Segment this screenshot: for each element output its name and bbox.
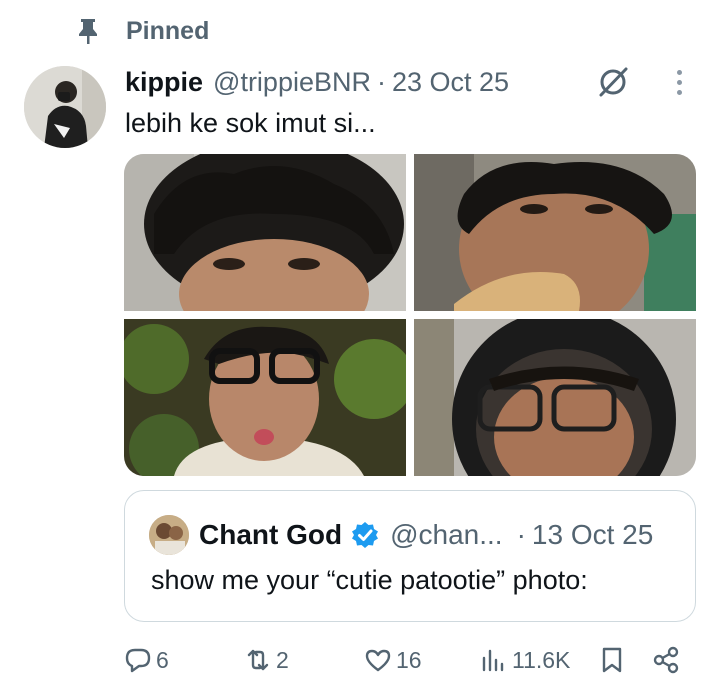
media-photo-4[interactable] [414, 319, 696, 476]
avatar[interactable] [24, 66, 106, 148]
grok-icon[interactable] [593, 64, 633, 100]
quote-display-name[interactable]: Chant God [199, 519, 342, 551]
verified-badge-icon [350, 520, 380, 550]
quoted-tweet-card[interactable]: Chant God @chan... · 13 Oct 25 show me y… [124, 490, 696, 622]
view-count: 11.6K [512, 646, 571, 673]
tweet-text: lebih ke sok imut si... [125, 108, 376, 138]
user-handle[interactable]: @trippieBNR [213, 67, 371, 98]
share-icon [652, 646, 680, 674]
repost-icon [244, 646, 272, 674]
more-options-icon[interactable] [664, 64, 694, 100]
media-grid [124, 154, 696, 476]
separator-dot: · [376, 66, 386, 97]
pinned-label: Pinned [126, 16, 210, 45]
share-button[interactable] [652, 640, 680, 680]
reply-icon [124, 646, 152, 674]
pinned-indicator: Pinned [76, 14, 209, 48]
quote-separator-dot: · [516, 519, 526, 550]
quote-text: show me your “cutie patootie” photo: [151, 565, 588, 595]
quote-header: Chant God @chan... · 13 Oct 25 [199, 515, 653, 555]
quote-handle[interactable]: @chan... [390, 519, 502, 551]
heart-icon [364, 646, 392, 674]
reply-count: 6 [156, 646, 169, 673]
action-bar: 6 2 16 11.6K [0, 640, 720, 680]
pin-icon [76, 16, 100, 46]
quote-avatar[interactable] [149, 515, 189, 555]
media-photo-3[interactable] [124, 319, 406, 476]
tweet-header: kippie @trippieBNR · 23 Oct 25 [125, 62, 509, 102]
display-name[interactable]: kippie [125, 67, 203, 98]
media-photo-2[interactable] [414, 154, 696, 311]
like-count: 16 [396, 646, 422, 673]
like-button[interactable]: 16 [364, 640, 422, 680]
bookmark-icon [598, 646, 626, 674]
reply-button[interactable]: 6 [124, 640, 169, 680]
repost-count: 2 [276, 646, 289, 673]
tweet-timestamp[interactable]: 23 Oct 25 [392, 67, 509, 98]
media-photo-1[interactable] [124, 154, 406, 311]
views-button[interactable]: 11.6K [480, 640, 570, 680]
repost-button[interactable]: 2 [244, 640, 289, 680]
quote-timestamp[interactable]: 13 Oct 25 [532, 519, 653, 551]
analytics-icon [480, 646, 508, 674]
bookmark-button[interactable] [598, 640, 626, 680]
